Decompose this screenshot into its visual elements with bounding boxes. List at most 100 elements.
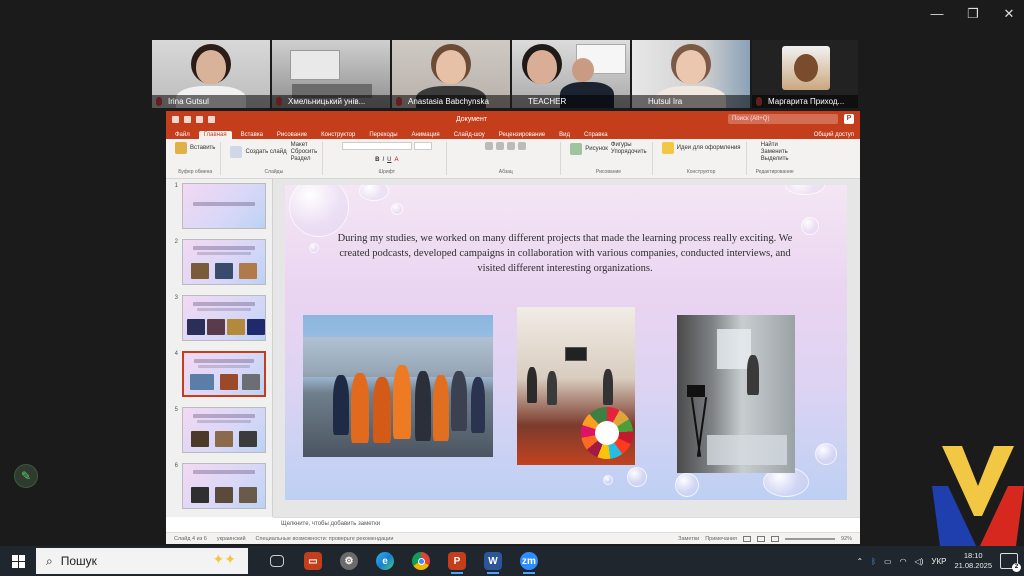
volume-icon[interactable]: ◁) [915, 557, 924, 566]
italic-icon[interactable]: I [382, 157, 384, 163]
participant-tile[interactable]: Маргарита Приход... [752, 40, 858, 108]
edge-button[interactable]: e [372, 548, 398, 574]
zoom-slider[interactable] [784, 537, 835, 540]
document-title: Документ [455, 115, 488, 123]
powerpoint-files-button[interactable]: ▭ [300, 548, 326, 574]
save-icon[interactable] [172, 115, 179, 123]
group-label: Редактирование [755, 169, 794, 175]
notes-toggle[interactable]: Заметки [678, 536, 699, 542]
bluetooth-icon[interactable]: ᛒ [871, 557, 876, 566]
close-button[interactable]: ✕ [1002, 6, 1016, 22]
layout-button[interactable]: Макет [291, 142, 318, 148]
new-slide-icon [230, 146, 243, 158]
chevron-up-icon[interactable]: ⌃ [856, 557, 863, 566]
start-button[interactable] [0, 546, 36, 576]
tab-view[interactable]: Вид [554, 131, 575, 139]
sorter-view-icon[interactable] [756, 535, 765, 542]
notifications-button[interactable]: 2 [1000, 553, 1021, 572]
normal-view-icon[interactable] [742, 535, 751, 542]
slide-thumbnail-2[interactable]: 2 [170, 239, 266, 285]
clock[interactable]: 18:10 21.08.2025 [954, 551, 992, 571]
reading-view-icon[interactable] [770, 535, 779, 542]
word-button[interactable]: W [480, 548, 506, 574]
replace-button[interactable]: Заменить [761, 149, 789, 155]
chrome-button[interactable] [408, 548, 434, 574]
zoom-level[interactable]: 92% [841, 536, 852, 542]
comments-toggle[interactable]: Примечания [705, 536, 737, 542]
language-indicator[interactable]: украинский [217, 536, 246, 542]
tab-animations[interactable]: Анимация [407, 131, 445, 139]
bubble-decoration [289, 185, 349, 237]
task-view-button[interactable] [264, 548, 290, 574]
slide-thumbnail-5[interactable]: 5 [170, 407, 266, 453]
slide-thumbnail-4-selected[interactable]: 4 [170, 351, 266, 397]
shapes-button[interactable]: Фигуры [611, 142, 647, 148]
find-button[interactable]: Найти [761, 142, 789, 148]
customize-icon[interactable] [208, 115, 215, 123]
tab-slideshow[interactable]: Слайд-шоу [449, 131, 490, 139]
reset-button[interactable]: Сбросить [291, 149, 318, 155]
slide-thumbnail-1[interactable]: 1 [170, 183, 266, 229]
tab-design[interactable]: Конструктор [316, 131, 360, 139]
select-button[interactable]: Выделить [761, 156, 789, 162]
language-indicator[interactable]: УКР [931, 557, 946, 566]
tab-file[interactable]: Файл [170, 131, 195, 139]
photo-event-hall[interactable] [517, 307, 635, 465]
tab-draw[interactable]: Рисование [272, 131, 312, 139]
undo-icon[interactable] [184, 115, 191, 123]
bubble-decoration [309, 243, 319, 253]
participant-tile[interactable]: TEACHER [512, 40, 630, 108]
photo-interview-setup[interactable] [677, 315, 795, 473]
slide-thumbnail-3[interactable]: 3 [170, 295, 266, 341]
section-button[interactable]: Раздел [291, 156, 318, 162]
numbering-icon[interactable] [496, 142, 505, 150]
design-ideas-button[interactable]: Идеи для оформления [661, 142, 741, 154]
arrange-button[interactable]: Упорядочить [611, 149, 647, 155]
participant-tile-active-speaker[interactable]: Hutsul Ira [632, 40, 750, 108]
participant-tile[interactable]: Хмельницький унів... [272, 40, 390, 108]
paste-button[interactable]: Вставить [175, 142, 215, 154]
network-icon[interactable]: ◠ [900, 557, 907, 566]
participant-tile[interactable]: Irina Gutsul [152, 40, 270, 108]
tab-insert[interactable]: Вставка [236, 131, 268, 139]
zoom-button[interactable]: zm [516, 548, 542, 574]
align-center-icon[interactable] [518, 142, 527, 150]
font-name-select[interactable] [341, 142, 412, 150]
slide-thumbnail-6[interactable]: 6 [170, 463, 266, 509]
powerpoint-button[interactable]: P [444, 548, 470, 574]
taskbar-search[interactable]: ⌕ Пошук ✦✦ [36, 548, 248, 574]
current-slide[interactable]: During my studies, we worked on many dif… [285, 185, 847, 500]
minimize-button[interactable]: — [930, 6, 944, 22]
redo-icon[interactable] [196, 115, 203, 123]
picture-button[interactable]: Рисунок [570, 142, 608, 155]
slide-counter: Слайд 4 из 6 [174, 535, 207, 542]
search-label: Пошук [60, 554, 97, 568]
new-slide-button[interactable]: Создать слайд [230, 142, 287, 162]
slide-number: 1 [174, 183, 178, 189]
camera-icon[interactable]: ▭ [884, 557, 892, 566]
ppt-search-box[interactable]: Поиск (Alt+Q) [728, 114, 838, 124]
chat-icon[interactable]: ✎ [14, 464, 38, 488]
underline-icon[interactable]: U [387, 157, 391, 163]
tab-transitions[interactable]: Переходы [364, 131, 402, 139]
slide-body-text[interactable]: During my studies, we worked on many dif… [335, 231, 795, 276]
group-photo-city[interactable] [303, 315, 493, 457]
windows-logo-icon [11, 554, 25, 568]
accessibility-status[interactable]: Специальные возможности: проверьте реком… [256, 536, 394, 542]
settings-button[interactable]: ⚙ [336, 548, 362, 574]
edge-icon: e [376, 552, 394, 570]
notes-pane[interactable]: Щелкните, чтобы добавить заметки [273, 517, 860, 532]
participant-tile[interactable]: Anastasia Babchynska [392, 40, 510, 108]
restore-button[interactable]: ❐ [966, 6, 980, 22]
share-button[interactable]: Общий доступ [809, 131, 860, 139]
bullets-icon[interactable] [485, 142, 494, 150]
font-color-icon[interactable]: A [394, 157, 398, 163]
tab-help[interactable]: Справка [579, 131, 613, 139]
align-left-icon[interactable] [507, 142, 516, 150]
slide-number: 6 [174, 463, 178, 469]
group-label: Шрифт [378, 169, 395, 175]
tab-review[interactable]: Рецензирование [494, 131, 550, 139]
font-size-select[interactable] [413, 142, 432, 150]
bold-icon[interactable]: B [375, 157, 379, 163]
tab-home[interactable]: Главная [198, 131, 232, 139]
